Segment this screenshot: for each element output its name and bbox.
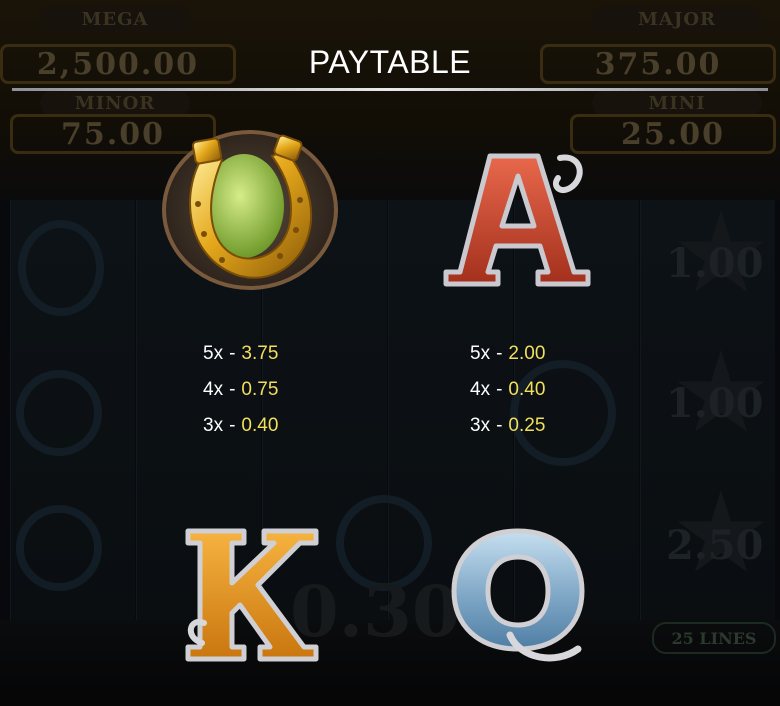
payout-separator: -	[229, 379, 236, 400]
payout-row: 5x - 2.00	[470, 336, 620, 372]
letter-q-icon	[448, 527, 590, 667]
payout-value: 0.40	[241, 415, 279, 436]
payout-count: 5x	[470, 343, 491, 364]
payout-separator: -	[496, 343, 503, 364]
payout-separator: -	[229, 415, 236, 436]
jackpot-mega-label: MEGA	[40, 6, 190, 32]
reel-value: 2.50	[666, 522, 764, 569]
reel-value: 1.00	[666, 380, 764, 427]
reel-value: 1.00	[666, 240, 764, 287]
jackpot-mini-value: 25.00	[570, 114, 776, 154]
payout-separator: -	[496, 415, 503, 436]
payout-separator: -	[496, 379, 503, 400]
payout-row: 3x - 0.25	[470, 408, 620, 444]
jackpot-minor-label: MINOR	[40, 90, 190, 116]
paytable-title: PAYTABLE	[308, 44, 472, 80]
payout-row: 4x - 0.75	[203, 372, 353, 408]
payout-count: 3x	[203, 415, 224, 436]
background-game: MEGA 2,500.00 MAJOR 375.00 MINOR 75.00 M…	[0, 0, 780, 706]
payout-value: 0.25	[508, 415, 546, 436]
horseshoe-icon	[160, 130, 340, 290]
payout-value: 2.00	[508, 343, 546, 364]
payout-count: 4x	[203, 379, 224, 400]
payout-value: 3.75	[241, 343, 279, 364]
horseshoe-payouts: 5x - 3.75 4x - 0.75 3x - 0.40	[203, 336, 353, 444]
payout-count: 5x	[203, 343, 224, 364]
jackpot-major-label: MAJOR	[592, 6, 762, 32]
payout-row: 3x - 0.40	[203, 408, 353, 444]
payout-count: 4x	[470, 379, 491, 400]
letter-a-icon	[442, 148, 592, 288]
ghost-q-icon	[16, 505, 102, 591]
ghost-horseshoe-icon	[18, 220, 104, 316]
payout-row: 4x - 0.40	[470, 372, 620, 408]
lines-indicator: 25 LINES	[652, 622, 776, 654]
letter-k-icon	[182, 525, 322, 665]
letter-a-payouts: 5x - 2.00 4x - 0.40 3x - 0.25	[470, 336, 620, 444]
payout-value: 0.40	[508, 379, 546, 400]
title-divider	[12, 88, 768, 91]
ghost-q-icon	[16, 370, 102, 456]
payout-separator: -	[229, 343, 236, 364]
payout-count: 3x	[470, 415, 491, 436]
payout-row: 5x - 3.75	[203, 336, 353, 372]
jackpot-mini-label: MINI	[592, 90, 762, 116]
payout-value: 0.75	[241, 379, 279, 400]
